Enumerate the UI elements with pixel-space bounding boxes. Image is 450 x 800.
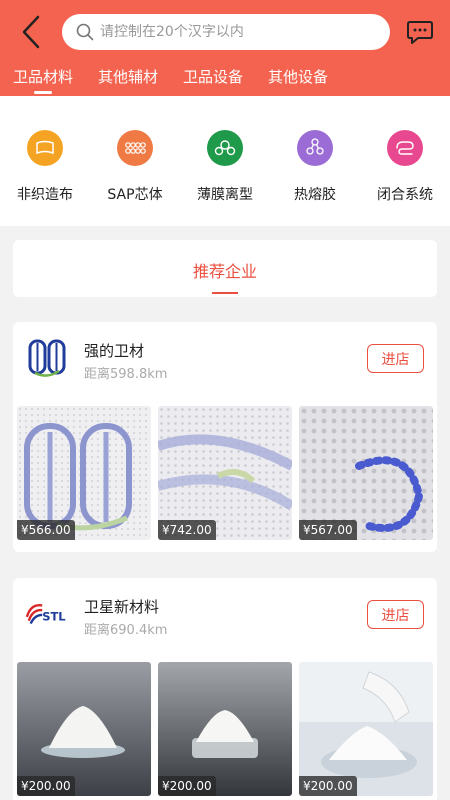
category-sap-core[interactable]: SAP芯体	[90, 130, 180, 204]
category-closure-system[interactable]: 闭合系统	[360, 130, 450, 204]
chat-bubble-icon	[407, 21, 433, 44]
product-thumbnail[interactable]: ¥200.00	[17, 662, 151, 796]
store-name[interactable]: 卫星新材料	[84, 596, 159, 617]
category-hot-melt[interactable]: 热熔胶	[270, 130, 360, 204]
recommended-section-header: 推荐企业	[13, 240, 437, 297]
product-list: ¥566.00 ¥742.00 ¥567.00	[17, 406, 433, 540]
category-label: 薄膜离型	[197, 187, 253, 203]
top-header: 卫品材料 其他辅材 卫品设备 其他设备	[0, 0, 450, 96]
message-button[interactable]	[404, 17, 436, 47]
product-thumbnail[interactable]: ¥567.00	[299, 406, 433, 540]
title-underline	[212, 292, 238, 294]
search-bar[interactable]	[62, 14, 390, 50]
film-roll-icon	[207, 130, 243, 166]
product-thumbnail[interactable]: ¥566.00	[17, 406, 151, 540]
category-label: 热熔胶	[294, 187, 336, 203]
tab-other-auxiliary[interactable]: 其他辅材	[98, 64, 158, 92]
category-nonwoven[interactable]: 非织造布	[0, 130, 90, 204]
visit-store-button[interactable]: 进店	[367, 600, 424, 629]
visit-store-button[interactable]: 进店	[367, 344, 424, 373]
fabric-icon	[27, 130, 63, 166]
category-label: SAP芯体	[107, 187, 163, 203]
store-name[interactable]: 强的卫材	[84, 340, 144, 361]
product-price: ¥742.00	[158, 520, 216, 540]
product-thumbnail[interactable]: ¥200.00	[299, 662, 433, 796]
product-price: ¥567.00	[299, 520, 357, 540]
product-thumbnail[interactable]: ¥742.00	[158, 406, 292, 540]
tab-hygiene-materials[interactable]: 卫品材料	[13, 64, 73, 92]
store-card[interactable]: STL 卫星新材料 距离690.4km 进店 ¥200.00 ¥200.00 ¥…	[13, 578, 437, 800]
tab-other-equipment[interactable]: 其他设备	[268, 64, 328, 92]
search-icon	[76, 23, 94, 41]
search-input[interactable]	[100, 24, 360, 40]
product-price: ¥566.00	[17, 520, 75, 540]
section-title: 推荐企业	[192, 262, 257, 281]
product-list: ¥200.00 ¥200.00 ¥200.00	[17, 662, 433, 796]
sap-core-icon	[117, 130, 153, 166]
category-grid: 非织造布 SAP芯体 薄膜离型 热熔胶 闭合系统	[0, 96, 450, 226]
store-distance: 距离690.4km	[84, 623, 168, 638]
back-button[interactable]	[14, 14, 48, 50]
store-logo	[25, 336, 69, 380]
category-label: 闭合系统	[377, 187, 433, 203]
product-price: ¥200.00	[17, 776, 75, 796]
store-distance: 距离598.8km	[84, 367, 168, 382]
closure-icon	[387, 130, 423, 166]
category-film-release[interactable]: 薄膜离型	[180, 130, 270, 204]
category-tabs: 卫品材料 其他辅材 卫品设备 其他设备	[0, 64, 328, 96]
molecule-icon	[297, 130, 333, 166]
tab-hygiene-equipment[interactable]: 卫品设备	[183, 64, 243, 92]
store-card[interactable]: 强的卫材 距离598.8km 进店 ¥566.00 ¥742.00 ¥567.0…	[13, 322, 437, 552]
product-price: ¥200.00	[299, 776, 357, 796]
store-logo: STL	[25, 592, 69, 636]
svg-text:STL: STL	[42, 610, 65, 624]
category-label: 非织造布	[17, 187, 73, 203]
chevron-left-icon	[22, 15, 40, 49]
product-price: ¥200.00	[158, 776, 216, 796]
product-thumbnail[interactable]: ¥200.00	[158, 662, 292, 796]
